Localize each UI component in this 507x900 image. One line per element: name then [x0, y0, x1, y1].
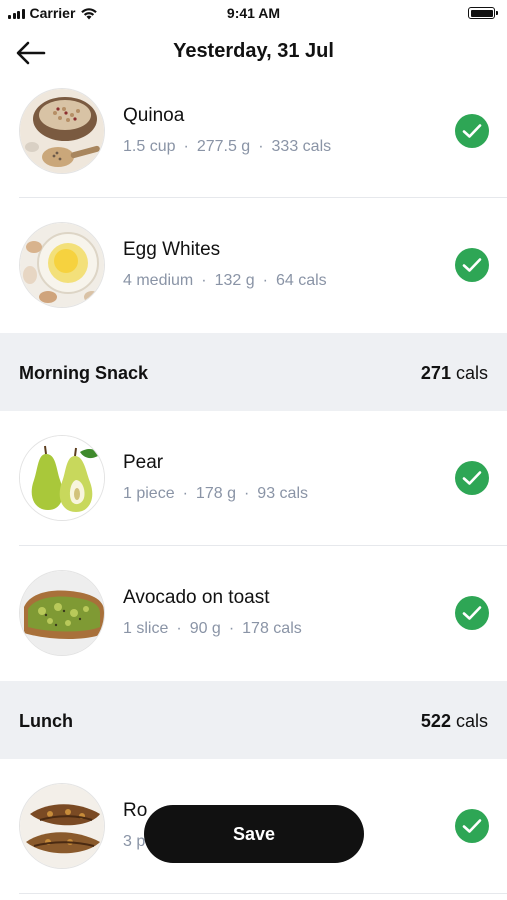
food-quantity: 1 piece — [123, 485, 175, 502]
food-item-quinoa[interactable]: Quinoa 1.5 cup · 277.5 g · 333 cals — [0, 82, 507, 198]
checkmark-button[interactable] — [455, 248, 489, 282]
food-photo — [19, 783, 105, 869]
check-icon — [462, 819, 482, 833]
check-icon — [462, 606, 482, 620]
food-weight: 132 g — [214, 272, 255, 289]
food-name: Quinoa — [123, 105, 185, 126]
food-meta: 4 medium · 132 g · 64 cals — [123, 272, 327, 290]
food-item-egg-whites[interactable]: Egg Whites 4 medium · 132 g · 64 cals — [0, 198, 507, 333]
food-item-pear[interactable]: Pear 1 piece · 178 g · 93 cals — [0, 411, 507, 546]
meta-separator: · — [228, 620, 235, 637]
section-cals-unit: cals — [455, 711, 488, 731]
food-quantity: 1 slice — [123, 620, 169, 637]
food-weight: 277.5 g — [196, 138, 251, 155]
food-photo — [19, 88, 105, 174]
food-meta: 1.5 cup · 277.5 g · 333 cals — [123, 138, 331, 156]
check-icon — [462, 124, 482, 138]
food-cals: 333 cals — [271, 138, 332, 155]
food-photo — [19, 222, 105, 308]
checkmark-button[interactable] — [455, 809, 489, 843]
meta-separator: · — [176, 620, 182, 637]
food-cals: 93 cals — [257, 485, 308, 502]
section-title: Lunch — [19, 711, 73, 731]
food-item-avocado-toast[interactable]: Avocado on toast 1 slice · 90 g · 178 cals — [0, 546, 507, 681]
check-icon — [462, 471, 482, 485]
food-cals: 178 cals — [242, 620, 302, 637]
food-name: Avocado on toast — [123, 587, 270, 608]
battery-icon — [468, 7, 498, 19]
food-name: Ro — [123, 800, 148, 821]
meta-separator: · — [201, 272, 207, 289]
food-quantity: 4 medium — [123, 272, 194, 289]
meta-separator: · — [258, 138, 264, 155]
meta-separator: · — [183, 138, 189, 155]
food-cals: 64 cals — [275, 272, 327, 289]
food-name: Egg Whites — [123, 239, 221, 260]
meta-separator: · — [243, 485, 250, 502]
section-cals: 522 cals — [421, 711, 488, 732]
meta-separator: · — [262, 272, 268, 289]
food-photo — [19, 435, 105, 521]
section-header-morning-snack: Morning Snack 271 cals — [0, 333, 507, 411]
checkmark-button[interactable] — [455, 114, 489, 148]
food-log-list: Quinoa 1.5 cup · 277.5 g · 333 cals Egg Whit… — [0, 82, 507, 894]
food-quantity: 1.5 cup — [123, 138, 176, 155]
nav-bar: Yesterday, 31 Jul — [0, 26, 507, 82]
section-cals-value: 522 — [420, 711, 451, 731]
food-photo — [19, 570, 105, 656]
meta-separator: · — [182, 485, 188, 502]
row-divider — [19, 893, 507, 894]
section-cals-unit: cals — [455, 363, 488, 383]
food-meta: 1 slice · 90 g · 178 cals — [123, 620, 302, 638]
food-weight: 178 g — [195, 485, 236, 502]
section-cals: 271 cals — [421, 363, 488, 384]
status-time: 9:41 AM — [226, 5, 281, 21]
check-icon — [462, 258, 482, 272]
food-meta: 1 piece · 178 g · 93 cals — [123, 485, 308, 503]
section-cals-value: 271 — [420, 363, 451, 383]
food-meta: 3 p — [123, 833, 145, 851]
page-title: Yesterday, 31 Jul — [173, 40, 334, 62]
status-bar: Carrier 9:41 AM — [0, 0, 507, 26]
food-weight: 90 g — [189, 620, 221, 637]
checkmark-button[interactable] — [455, 461, 489, 495]
section-title: Morning Snack — [19, 363, 149, 383]
food-name: Pear — [123, 452, 164, 473]
section-header-lunch: Lunch 522 cals — [0, 681, 507, 759]
food-quantity: 3 p — [123, 833, 146, 850]
save-button[interactable]: Save — [144, 805, 364, 863]
checkmark-button[interactable] — [455, 596, 489, 630]
